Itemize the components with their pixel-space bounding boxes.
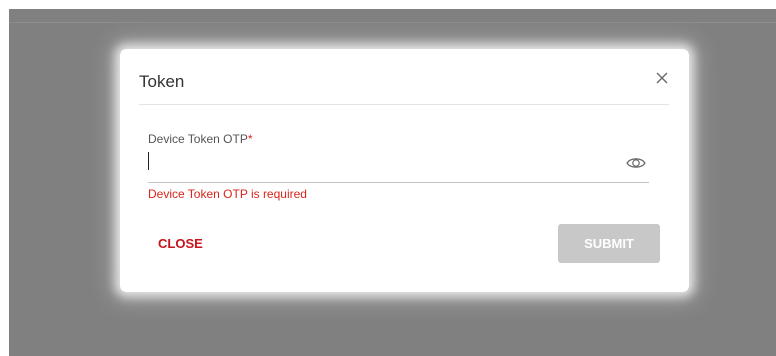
submit-button[interactable]: SUBMIT — [558, 224, 660, 263]
close-button[interactable]: CLOSE — [146, 225, 226, 261]
otp-input[interactable] — [148, 150, 618, 176]
otp-field-label: Device Token OTP* — [148, 132, 253, 146]
otp-error-message: Device Token OTP is required — [148, 187, 307, 201]
close-icon[interactable] — [651, 67, 673, 89]
otp-input-underline — [148, 182, 649, 183]
required-asterisk: * — [247, 132, 253, 146]
dialog-title: Token — [139, 72, 185, 91]
text-caret — [148, 152, 149, 170]
eye-icon[interactable] — [625, 154, 647, 172]
token-dialog: Token Device Token OTP* Device Token OTP… — [120, 49, 689, 292]
backdrop-divider — [9, 22, 776, 23]
otp-label-text: Device Token OTP — [148, 132, 248, 146]
title-divider — [139, 104, 669, 105]
